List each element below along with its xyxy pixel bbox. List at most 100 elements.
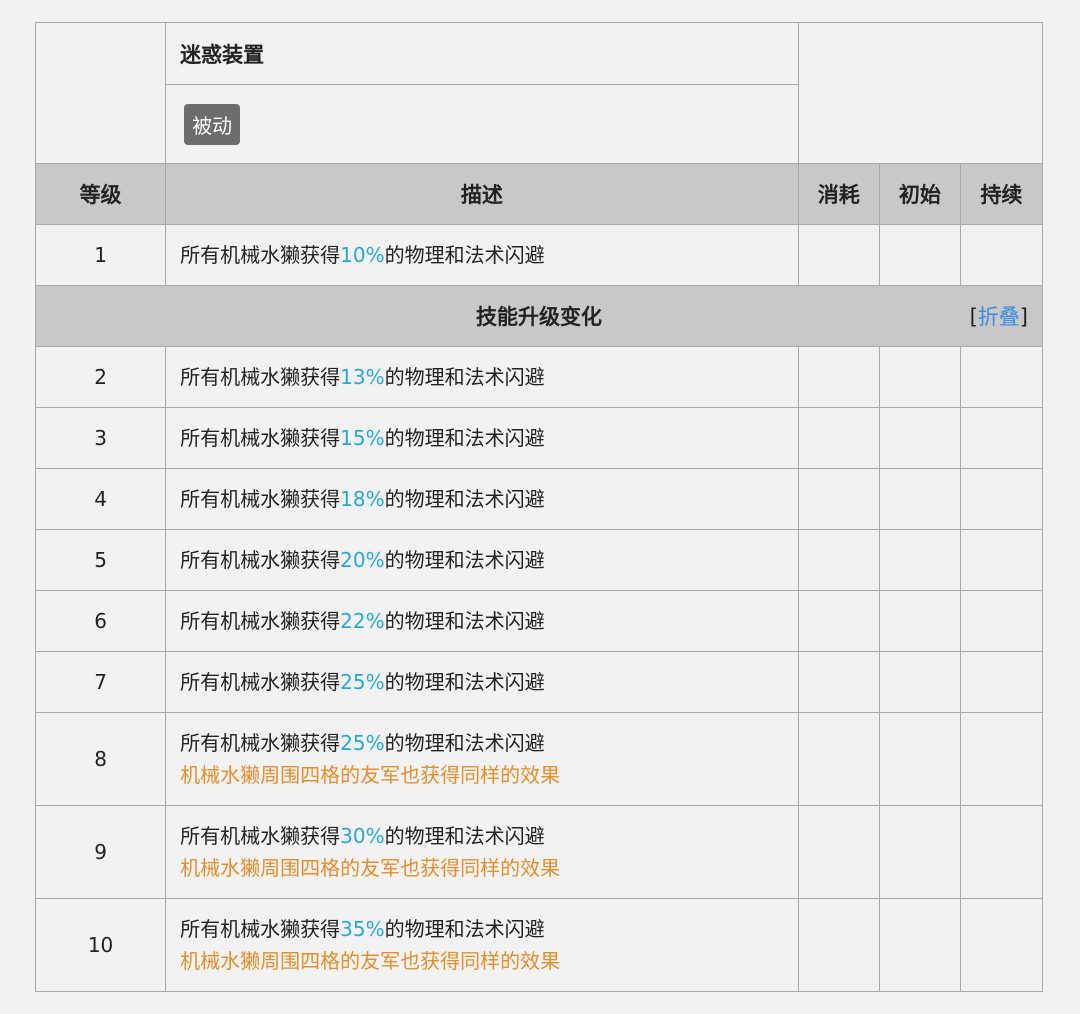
description-cell: 所有机械水獭获得30%的物理和法术闪避 机械水獭周围四格的友军也获得同样的效果 — [165, 805, 799, 899]
skill-table: 迷惑装置 被动 等级 描述 消耗 初始 持续 1 所有机械水獭获得10%的物理和… — [34, 22, 1044, 992]
table-row: 2 所有机械水獭获得13%的物理和法术闪避 — [34, 346, 1044, 408]
desc-extra: 机械水獭周围四格的友军也获得同样的效果 — [180, 763, 561, 787]
upgrade-banner-row: 技能升级变化 [折叠] — [35, 285, 1043, 347]
header-level: 等级 — [34, 163, 167, 225]
cost-cell — [797, 590, 880, 652]
desc-suffix: 的物理和法术闪避 — [384, 426, 545, 450]
empty-corner-cell — [34, 22, 167, 164]
duration-cell — [959, 590, 1044, 652]
level-cell: 10 — [34, 898, 167, 992]
table-row: 1 所有机械水獭获得10%的物理和法术闪避 — [34, 224, 1044, 286]
desc-suffix: 的物理和法术闪避 — [384, 487, 545, 511]
level-cell: 7 — [34, 651, 167, 713]
desc-value: 18% — [340, 487, 385, 511]
header-initial: 初始 — [878, 163, 961, 225]
description-cell: 所有机械水獭获得25%的物理和法术闪避 — [165, 651, 799, 713]
desc-prefix: 所有机械水獭获得 — [180, 365, 341, 389]
description-cell: 所有机械水獭获得22%的物理和法术闪避 — [165, 590, 799, 652]
description-cell: 所有机械水獭获得13%的物理和法术闪避 — [165, 346, 799, 408]
duration-cell — [959, 651, 1044, 713]
duration-cell — [959, 529, 1044, 591]
description-cell: 所有机械水獭获得18%的物理和法术闪避 — [165, 468, 799, 530]
level-cell: 6 — [34, 590, 167, 652]
level-cell: 1 — [34, 224, 167, 286]
desc-prefix: 所有机械水獭获得 — [180, 426, 341, 450]
table-row: 6 所有机械水獭获得22%的物理和法术闪避 — [34, 590, 1044, 652]
desc-prefix: 所有机械水獭获得 — [180, 548, 341, 572]
duration-cell — [959, 346, 1044, 408]
initial-cell — [878, 224, 961, 286]
level-cell: 5 — [34, 529, 167, 591]
desc-prefix: 所有机械水獭获得 — [180, 731, 341, 755]
initial-cell — [878, 590, 961, 652]
initial-cell — [878, 346, 961, 408]
duration-cell — [959, 898, 1044, 992]
desc-value: 30% — [340, 824, 385, 848]
desc-prefix: 所有机械水獭获得 — [180, 487, 341, 511]
desc-value: 10% — [340, 243, 385, 267]
duration-cell — [959, 224, 1044, 286]
duration-cell — [959, 712, 1044, 806]
description-cell: 所有机械水獭获得15%的物理和法术闪避 — [165, 407, 799, 469]
description-cell: 所有机械水獭获得35%的物理和法术闪避机械水獭周围四格的友军也获得同样的效果 — [165, 898, 799, 992]
cost-cell — [797, 468, 880, 530]
skill-type-badge: 被动 — [184, 103, 241, 145]
header-cost: 消耗 — [797, 163, 880, 225]
empty-top-right-cell — [797, 22, 1044, 164]
desc-value: 35% — [340, 917, 385, 941]
desc-extra: 机械水獭周围四格的友军也获得同样的效果 — [180, 949, 561, 973]
table-row: 7 所有机械水獭获得25%的物理和法术闪避 — [34, 651, 1044, 713]
table-row: 4 所有机械水獭获得18%的物理和法术闪避 — [34, 468, 1044, 530]
duration-cell — [959, 468, 1044, 530]
desc-value: 13% — [340, 365, 385, 389]
desc-suffix: 的物理和法术闪避 — [384, 917, 545, 941]
initial-cell — [878, 529, 961, 591]
desc-prefix: 所有机械水獭获得 — [180, 670, 341, 694]
table-row: 5 所有机械水獭获得20%的物理和法术闪避 — [34, 529, 1044, 591]
desc-value: 20% — [340, 548, 385, 572]
desc-value: 25% — [340, 731, 385, 755]
cost-cell — [797, 346, 880, 408]
level-cell: 8 — [34, 712, 167, 806]
desc-extra: 机械水獭周围四格的友军也获得同样的效果 — [180, 856, 561, 880]
desc-prefix: 所有机械水獭获得 — [180, 917, 341, 941]
table-row: 10 所有机械水獭获得35%的物理和法术闪避 机械水獭周围四格的友军也获得同样的效果 — [34, 898, 1044, 992]
table-row: 8 所有机械水獭获得25%的物理和法术闪避 机械水獭周围四格的友军也获得同样的效果 — [34, 712, 1044, 806]
desc-value: 25% — [340, 670, 385, 694]
cost-cell — [797, 651, 880, 713]
table-header-row: 等级 描述 消耗 初始 持续 — [34, 163, 1044, 225]
level-cell: 9 — [34, 805, 167, 899]
desc-prefix: 所有机械水獭获得 — [180, 824, 341, 848]
desc-prefix: 所有机械水獭获得 — [180, 243, 341, 267]
cost-cell — [797, 898, 880, 992]
desc-suffix: 的物理和法术闪避 — [384, 548, 545, 572]
table-row: 9 所有机械水獭获得30%的物理和法术闪避 机械水獭周围四格的友军也获得同样的效果 — [34, 805, 1044, 899]
level-cell: 3 — [34, 407, 167, 469]
initial-cell — [878, 712, 961, 806]
cost-cell — [797, 529, 880, 591]
fold-bracket-close: ] — [1019, 305, 1028, 329]
duration-cell — [959, 407, 1044, 469]
initial-cell — [878, 468, 961, 530]
skill-name: 迷惑装置 — [165, 22, 799, 85]
description-cell: 所有机械水獭获得20%的物理和法术闪避 — [165, 529, 799, 591]
duration-cell — [959, 805, 1044, 899]
cost-cell — [797, 224, 880, 286]
cost-cell — [797, 805, 880, 899]
skill-name-row: 迷惑装置 — [34, 22, 1044, 164]
header-description: 描述 — [165, 163, 799, 225]
cost-cell — [797, 712, 880, 806]
desc-value: 15% — [340, 426, 385, 450]
cost-cell — [797, 407, 880, 469]
description-cell: 所有机械水獭获得25%的物理和法术闪避 机械水獭周围四格的友军也获得同样的效果 — [165, 712, 799, 806]
fold-link[interactable]: 折叠 — [978, 305, 1020, 329]
upgrade-banner-title: 技能升级变化 — [476, 305, 602, 329]
fold-control: [折叠] — [970, 301, 1028, 331]
desc-suffix: 的物理和法术闪避 — [384, 365, 545, 389]
desc-suffix: 的物理和法术闪避 — [384, 609, 545, 633]
desc-prefix: 所有机械水獭获得 — [180, 609, 341, 633]
initial-cell — [878, 898, 961, 992]
level-cell: 4 — [34, 468, 167, 530]
level-cell: 2 — [34, 346, 167, 408]
desc-suffix: 的物理和法术闪避 — [384, 243, 545, 267]
